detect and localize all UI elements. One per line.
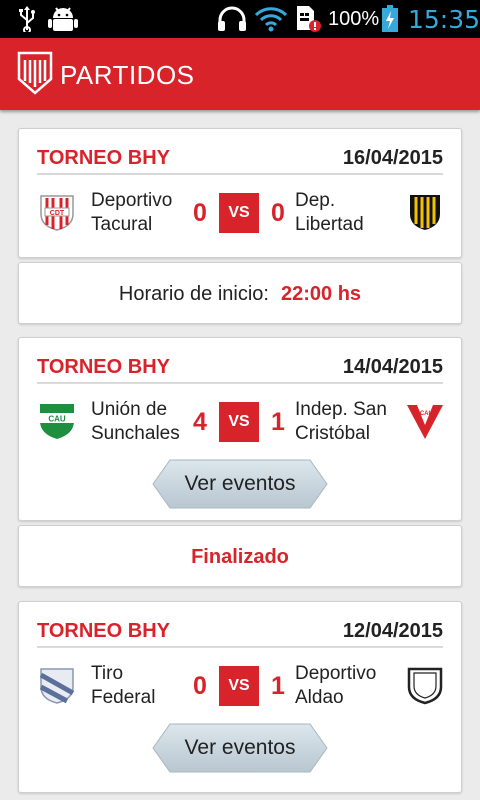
match-date: 12/04/2015 xyxy=(342,620,443,642)
away-crest-icon xyxy=(405,665,445,705)
clock: 15:35 xyxy=(408,5,480,34)
app-bar: PARTIDOS xyxy=(0,38,480,110)
away-team-name: Indep. San Cristóbal xyxy=(295,399,387,444)
vs-badge: VS xyxy=(219,193,259,233)
home-team-name: Deportivo Tacural xyxy=(91,190,173,235)
home-score: 4 xyxy=(193,408,207,436)
home-crest-icon: CAU xyxy=(37,401,77,441)
home-score: 0 xyxy=(193,672,207,700)
match-date: 16/04/2015 xyxy=(342,147,443,169)
vs-badge: VS xyxy=(219,402,259,442)
away-score: 0 xyxy=(271,199,285,227)
away-score: 1 xyxy=(271,672,285,700)
vs-badge: VS xyxy=(219,666,259,706)
away-crest-icon: CAI xyxy=(405,401,445,441)
match-card[interactable]: TORNEO BHY 14/04/2015 CAU Unión de Suncha… xyxy=(18,337,462,521)
club-logo-icon[interactable] xyxy=(17,51,53,95)
usb-icon xyxy=(16,6,38,32)
home-team-name: Tiro Federal xyxy=(91,663,156,708)
match-header: TORNEO BHY 14/04/2015 xyxy=(37,352,443,384)
svg-text:CDT: CDT xyxy=(50,210,65,217)
match-status: Finalizado xyxy=(191,546,289,568)
start-time-value: 22:00 hs xyxy=(281,283,362,305)
away-score: 1 xyxy=(271,408,285,436)
home-score: 0 xyxy=(193,199,207,227)
away-crest-icon xyxy=(405,192,445,232)
away-team-name: Dep. Libertad xyxy=(295,190,364,235)
headphones-icon xyxy=(216,6,248,32)
match-date: 14/04/2015 xyxy=(342,356,443,378)
home-team-name: Unión de Sunchales xyxy=(91,399,180,444)
status-bar: 100% 15:35 xyxy=(0,0,480,38)
match-card[interactable]: TORNEO BHY 16/04/2015 CDT Deportivo Tacur… xyxy=(18,128,462,258)
ver-eventos-button[interactable]: Ver eventos xyxy=(152,459,328,509)
match-card[interactable]: TORNEO BHY 12/04/2015 Tiro Federal 0 VS 1… xyxy=(18,601,462,793)
match-header: TORNEO BHY 16/04/2015 xyxy=(37,143,443,175)
ver-eventos-button[interactable]: Ver eventos xyxy=(152,723,328,773)
match-status-card: Finalizado xyxy=(18,525,462,587)
battery-charging-icon xyxy=(380,5,400,32)
start-time-label: Horario de inicio: xyxy=(118,283,269,305)
tournament-name: TORNEO BHY xyxy=(37,620,170,642)
ver-eventos-label: Ver eventos xyxy=(184,472,296,495)
battery-percent: 100% xyxy=(328,8,380,30)
home-crest-icon: CDT xyxy=(37,192,77,232)
page-title: PARTIDOS xyxy=(60,60,195,90)
away-team-name: Deportivo Aldao xyxy=(295,663,377,708)
match-header: TORNEO BHY 12/04/2015 xyxy=(37,616,443,648)
ver-eventos-label: Ver eventos xyxy=(184,736,296,759)
svg-text:CAI: CAI xyxy=(420,411,431,417)
tournament-name: TORNEO BHY xyxy=(37,356,170,378)
sim-alert-icon xyxy=(294,6,322,32)
tournament-name: TORNEO BHY xyxy=(37,147,170,169)
home-crest-icon xyxy=(37,665,77,705)
svg-text:CAU: CAU xyxy=(48,415,66,424)
wifi-icon xyxy=(254,6,288,32)
android-debug-icon xyxy=(48,6,78,32)
match-info-card: Horario de inicio: 22:00 hs xyxy=(18,262,462,324)
